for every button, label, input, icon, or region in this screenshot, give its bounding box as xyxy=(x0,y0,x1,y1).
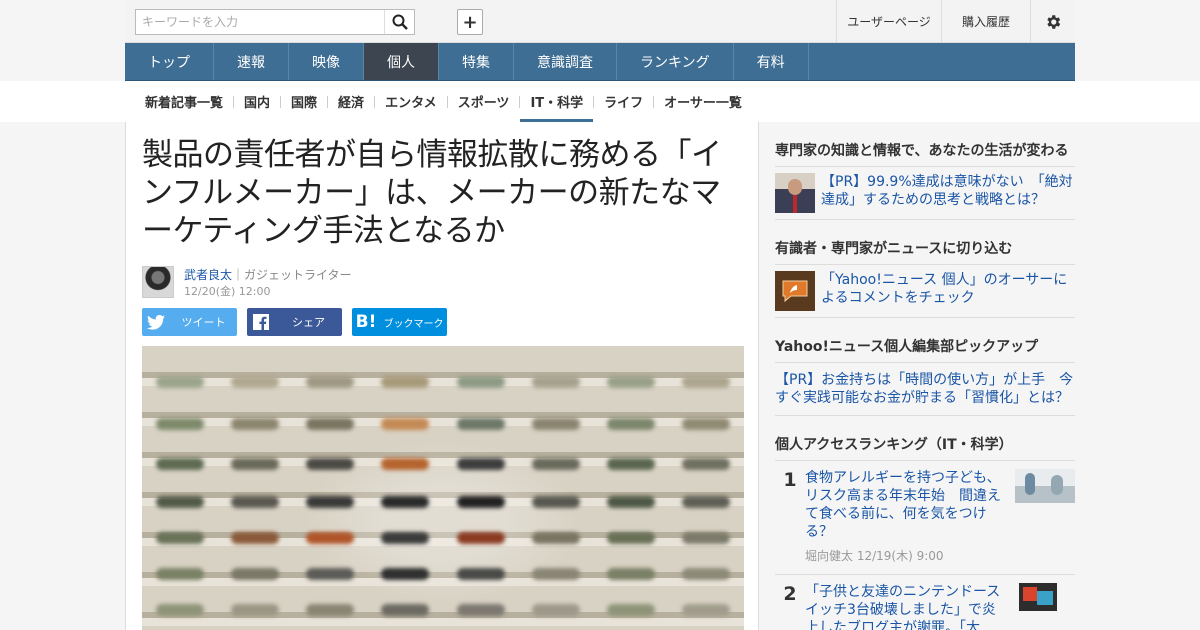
top-links: ユーザーページ 購入履歴 xyxy=(836,0,1075,43)
user-page-link[interactable]: ユーザーページ xyxy=(836,0,941,43)
search-input[interactable] xyxy=(136,10,386,34)
search-icon xyxy=(392,14,408,30)
subnav-authors[interactable]: オーサー一覧 xyxy=(654,81,752,122)
hatena-bookmark-button[interactable]: B! ブックマーク xyxy=(352,308,447,336)
article-title: 製品の責任者が自ら情報拡散に務める「インフルメーカー」は、メーカーの新たなマーケ… xyxy=(142,137,722,249)
ranking-title-link[interactable]: 「子供と友達のニンテンドースイッチ3台破壊しました」で炎上したブログ主が謝罪。「… xyxy=(805,583,1005,630)
divider xyxy=(775,317,1075,318)
sidebar-section-title: 有識者・専門家がニュースに切り込む xyxy=(775,241,1013,257)
gnav-ranking[interactable]: ランキング xyxy=(617,43,734,80)
article-main: 製品の責任者が自ら情報拡散に務める「インフルメーカー」は、メーカーの新たなマーケ… xyxy=(125,122,759,630)
comment-icon xyxy=(775,271,815,311)
twitter-share-button[interactable]: ツイート xyxy=(142,308,237,336)
author-role: ｜ガジェットライター xyxy=(232,268,352,282)
sidebar-section-title: 専門家の知識と情報で、あなたの生活が変わる xyxy=(775,143,1069,159)
twitter-icon xyxy=(142,308,170,336)
top-bar: + ユーザーページ 購入履歴 xyxy=(125,0,1075,43)
pr-link[interactable]: 【PR】99.9%達成は意味がない 「絶対達成」するための思考と戦略とは？ xyxy=(821,173,1075,213)
twitter-share-label: ツイート xyxy=(181,316,226,329)
gnav-survey[interactable]: 意識調査 xyxy=(514,43,617,80)
subnav-international[interactable]: 国際 xyxy=(281,81,327,122)
ranking-number: 1 xyxy=(783,469,797,491)
pickup-pr-link[interactable]: 【PR】お金持ちは「時間の使い方」が上手 今すぐ実践可能なお金が貯まる「習慣化」… xyxy=(775,363,1075,415)
subnav-it-science[interactable]: IT・科学 xyxy=(520,81,594,122)
gnav-paid[interactable]: 有料 xyxy=(734,43,809,80)
gnav-top[interactable]: トップ xyxy=(125,43,214,80)
facebook-icon xyxy=(247,308,275,336)
ranking-body: 「子供と友達のニンテンドースイッチ3台破壊しました」で炎上したブログ主が謝罪。「… xyxy=(805,583,1005,630)
ranking-title: 個人アクセスランキング（IT・科学） xyxy=(775,437,1013,453)
sidebar-author-comment-item[interactable]: 「Yahoo!ニュース 個人」のオーサーによるコメントをチェック xyxy=(775,265,1075,317)
ranking-meta: 堀向健太 12/19(木) 9:00 xyxy=(805,549,944,563)
search-button[interactable] xyxy=(384,10,414,34)
sidebar-section-title: Yahoo!ニュース個人編集部ピックアップ xyxy=(775,339,1039,355)
pr-thumbnail xyxy=(775,173,815,213)
sidebar: 専門家の知識と情報で、あなたの生活が変わる 【PR】99.9%達成は意味がない … xyxy=(775,122,1075,630)
search-box xyxy=(135,9,415,35)
gnav-video[interactable]: 映像 xyxy=(289,43,364,80)
plus-icon: + xyxy=(462,11,478,33)
author-avatar[interactable] xyxy=(142,266,174,298)
subnav-sports[interactable]: スポーツ xyxy=(448,81,520,122)
sidebar-pr-item[interactable]: 【PR】99.9%達成は意味がない 「絶対達成」するための思考と戦略とは？ xyxy=(775,167,1075,219)
publish-date: 12/20(金) 12:00 xyxy=(184,285,271,298)
gear-icon xyxy=(1047,14,1061,29)
hatena-bookmark-icon: B! xyxy=(355,312,377,332)
sub-nav: 新着記事一覧 国内 国際 経済 エンタメ スポーツ IT・科学 ライフ オーサー… xyxy=(125,81,1075,122)
author-line: 武者良太｜ガジェットライター xyxy=(184,266,352,283)
divider xyxy=(775,415,1075,416)
subnav-economy[interactable]: 経済 xyxy=(328,81,374,122)
gnav-flash[interactable]: 速報 xyxy=(214,43,289,80)
hatena-bookmark-label: ブックマーク xyxy=(383,318,444,330)
article-hero-image xyxy=(142,346,744,630)
author-comment-link[interactable]: 「Yahoo!ニュース 個人」のオーサーによるコメントをチェック xyxy=(821,271,1075,311)
ranking-item[interactable]: 1 食物アレルギーを持つ子ども、リスク高まる年末年始 間違えて食べる前に、何を気… xyxy=(775,461,1075,575)
facebook-share-button[interactable]: シェア xyxy=(247,308,342,336)
subnav-domestic[interactable]: 国内 xyxy=(234,81,280,122)
author-name-link[interactable]: 武者良太 xyxy=(184,268,232,282)
subnav-life[interactable]: ライフ xyxy=(594,81,653,122)
global-nav: トップ 速報 映像 個人 特集 意識調査 ランキング 有料 xyxy=(125,43,1075,81)
subnav-latest[interactable]: 新着記事一覧 xyxy=(135,81,233,122)
ranking-item[interactable]: 2 「子供と友達のニンテンドースイッチ3台破壊しました」で炎上したブログ主が謝罪… xyxy=(775,575,1075,630)
facebook-share-label: シェア xyxy=(292,316,325,329)
subnav-entertainment[interactable]: エンタメ xyxy=(375,81,447,122)
ranking-body: 食物アレルギーを持つ子ども、リスク高まる年末年始 間違えて食べる前に、何を気をつ… xyxy=(805,469,1005,564)
gnav-individual[interactable]: 個人 xyxy=(364,43,439,80)
divider xyxy=(775,219,1075,220)
ranking-title-link[interactable]: 食物アレルギーを持つ子ども、リスク高まる年末年始 間違えて食べる前に、何を気をつ… xyxy=(805,469,1005,541)
purchase-history-link[interactable]: 購入履歴 xyxy=(941,0,1030,43)
settings-button[interactable] xyxy=(1030,0,1075,43)
ranking-thumbnail xyxy=(1019,583,1057,611)
ranking-thumbnail xyxy=(1015,469,1075,503)
gnav-feature[interactable]: 特集 xyxy=(439,43,514,80)
add-button[interactable]: + xyxy=(457,9,483,35)
ranking-number: 2 xyxy=(783,583,797,605)
